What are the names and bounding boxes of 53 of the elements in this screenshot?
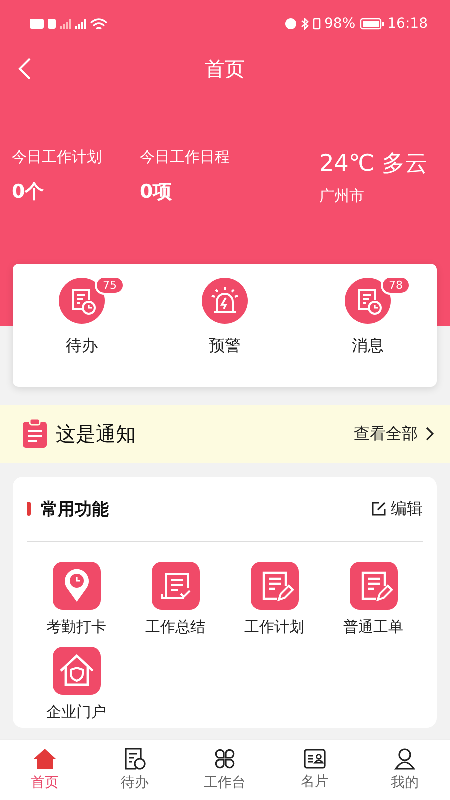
quick-label[interactable]: 预警 (209, 336, 241, 357)
notice-bar[interactable]: 这是通知 查看全部 (0, 405, 450, 463)
function-label[interactable]: 工作总结 (146, 618, 206, 637)
chevron-right-icon (426, 427, 434, 441)
section-title: 常用功能 (41, 498, 110, 520)
battery-icon (360, 18, 384, 30)
document-clock-icon[interactable] (59, 278, 105, 324)
wifi-icon (90, 18, 108, 30)
person-icon (394, 748, 416, 770)
house-shield-icon[interactable] (52, 647, 100, 695)
bluetooth-icon (300, 18, 309, 30)
clover-grid-icon (214, 748, 236, 770)
count-badge: 75 (95, 276, 125, 295)
scroll-check-icon[interactable] (152, 562, 200, 610)
battery-percent: 98% (324, 16, 356, 32)
tab[interactable]: 我的 (360, 740, 450, 800)
document-pencil-icon[interactable] (350, 562, 398, 610)
signal-icon (75, 19, 86, 29)
back-icon[interactable] (18, 57, 32, 81)
stat-value: 0项 (140, 180, 174, 205)
edit-icon[interactable] (371, 501, 387, 517)
notice-title: 这是通知 (56, 420, 137, 448)
tab[interactable]: 工作台 (180, 740, 270, 800)
document-clock-icon (124, 748, 146, 770)
quick-label[interactable]: 待办 (66, 336, 98, 357)
page-title: 首页 (205, 56, 245, 82)
clock: 16:18 (388, 16, 428, 32)
stat-label: 今日工作日程 (140, 148, 231, 167)
count-badge: 78 (381, 276, 411, 295)
weather-text: 24℃ 多云 (320, 150, 428, 179)
tab[interactable]: 待办 (90, 740, 180, 800)
home-icon (33, 748, 57, 770)
function-label[interactable]: 工作计划 (244, 618, 304, 637)
city-name: 广州市 (320, 187, 366, 206)
vibrate-icon (312, 18, 321, 30)
quick-label[interactable]: 消息 (352, 336, 384, 357)
function-label[interactable]: 企业门户 (46, 703, 106, 722)
tab[interactable]: 首页 (0, 740, 90, 800)
siren-icon[interactable] (202, 278, 248, 324)
stat-value: 0个 (12, 180, 46, 205)
view-all-link[interactable]: 查看全部 (354, 424, 418, 444)
section-marker (27, 502, 31, 516)
tab[interactable]: 名片 (270, 740, 360, 800)
document-clock-icon[interactable] (345, 278, 391, 324)
signal-icon (60, 19, 71, 29)
document-pencil-icon[interactable] (250, 562, 298, 610)
location-pin-icon[interactable] (52, 562, 100, 610)
edit-link[interactable]: 编辑 (391, 498, 423, 520)
function-label[interactable]: 普通工单 (344, 618, 404, 637)
id-card-icon (304, 749, 326, 769)
stat-label: 今日工作计划 (12, 148, 103, 167)
clipboard-icon (22, 419, 48, 449)
function-label[interactable]: 考勤打卡 (46, 618, 106, 637)
